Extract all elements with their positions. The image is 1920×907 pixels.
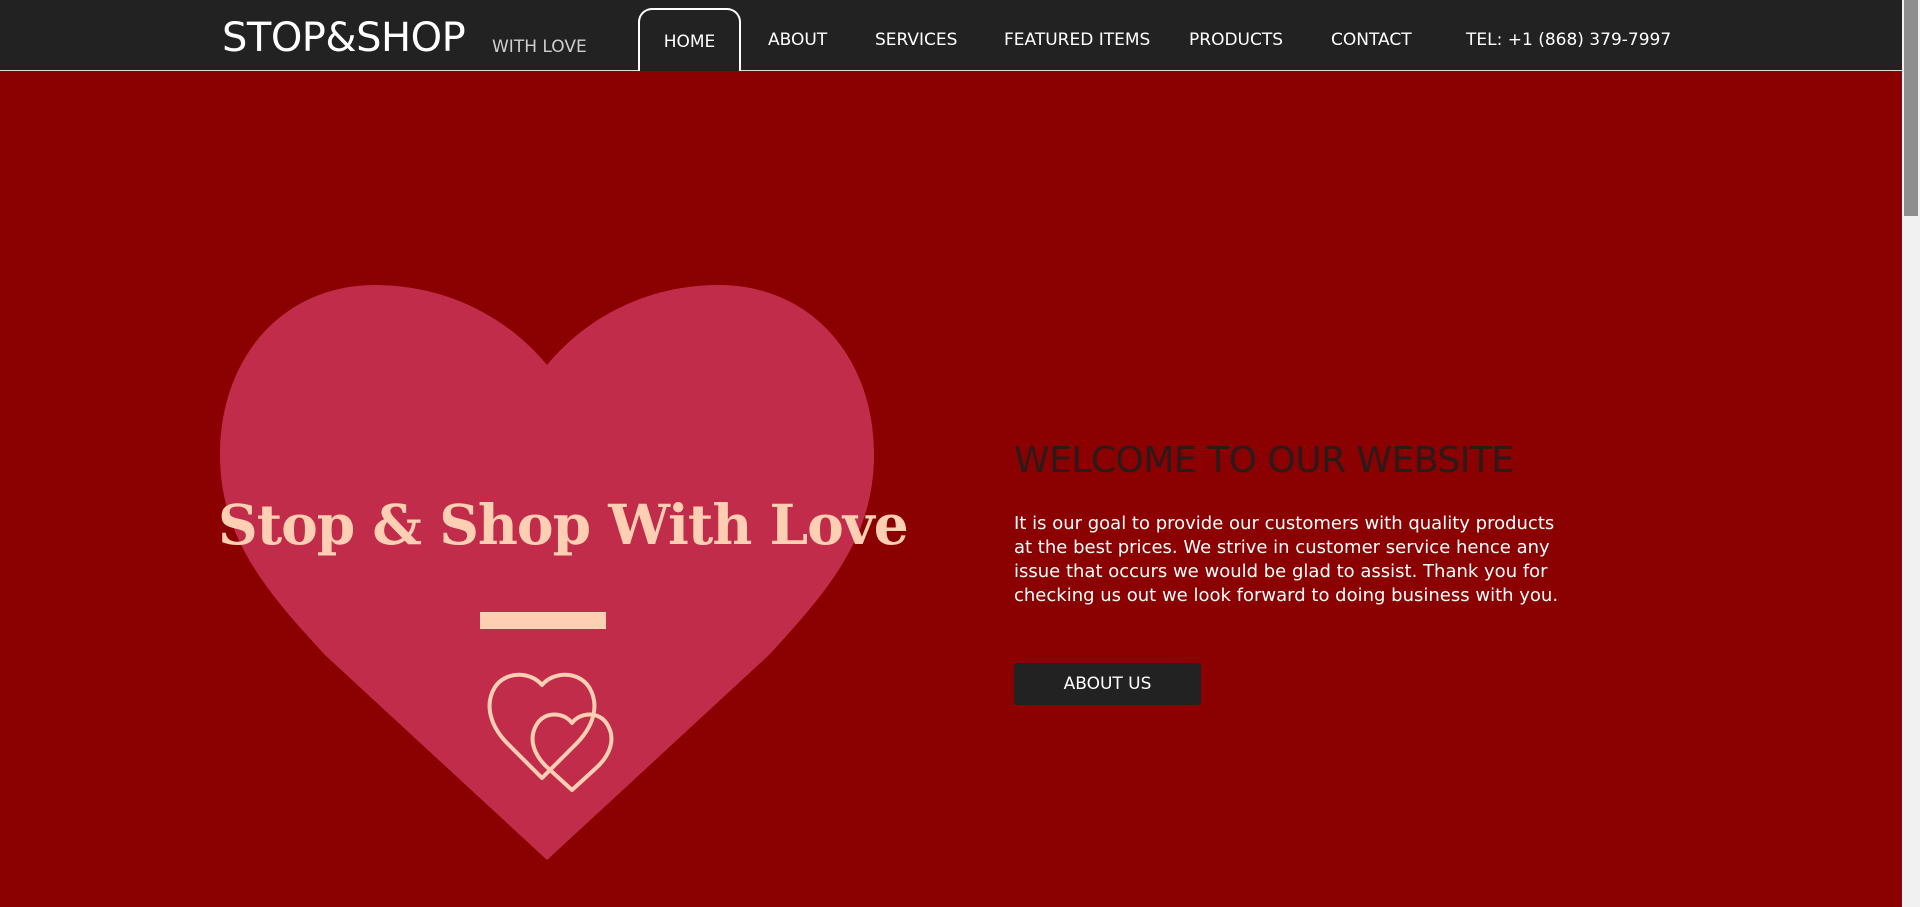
welcome-heading: WELCOME TO OUR WEBSITE <box>1014 440 1514 481</box>
nav-featured-items[interactable]: FEATURED ITEMS <box>1004 0 1150 70</box>
nav-products[interactable]: PRODUCTS <box>1189 0 1283 70</box>
heart-logo-image <box>220 285 874 860</box>
site-tagline: WITH LOVE <box>492 37 587 57</box>
heart-logo-text: Stop & Shop With Love <box>218 492 909 557</box>
scrollbar-thumb[interactable] <box>1904 0 1918 216</box>
nav-contact[interactable]: CONTACT <box>1331 0 1412 70</box>
top-navigation-bar: STOP&SHOP WITH LOVE HOME ABOUT SERVICES … <box>0 0 1902 71</box>
nav-about[interactable]: ABOUT <box>768 0 827 70</box>
logo-divider <box>480 612 606 629</box>
welcome-paragraph: It is our goal to provide our customers … <box>1014 513 1559 606</box>
nav-home[interactable]: HOME <box>638 8 741 71</box>
site-brand[interactable]: STOP&SHOP <box>222 13 466 63</box>
nav-services[interactable]: SERVICES <box>875 0 957 70</box>
about-us-button[interactable]: ABOUT US <box>1014 663 1201 705</box>
nav-phone[interactable]: TEL: +1 (868) 379-7997 <box>1466 0 1671 70</box>
